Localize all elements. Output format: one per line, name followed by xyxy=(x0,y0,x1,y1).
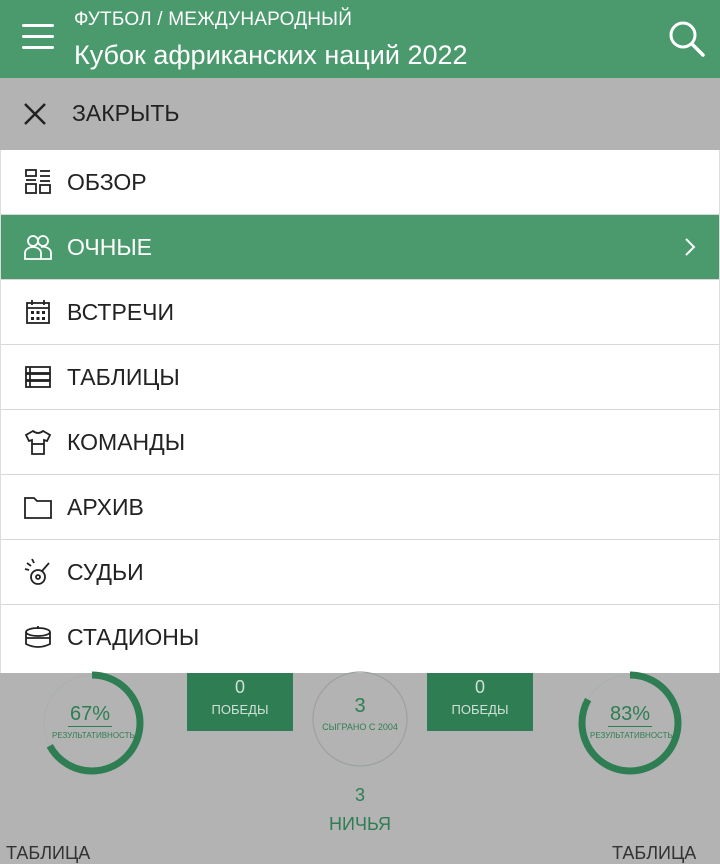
overview-icon xyxy=(23,167,53,197)
menu-item-teams[interactable]: КОМАНДЫ xyxy=(1,410,719,475)
tournament-menu: ОБЗОР ОЧНЫЕ ВСТРЕЧИ ТАБЛИЦЫ КОМАНДЫ АРХИ… xyxy=(0,150,720,673)
menu-item-referees[interactable]: СУДЬИ xyxy=(1,540,719,605)
left-wins-caption: ПОБЕДЫ xyxy=(211,702,269,717)
menu-item-stadiums[interactable]: СТАДИОНЫ xyxy=(1,605,719,670)
menu-item-tables[interactable]: ТАБЛИЦЫ xyxy=(1,345,719,410)
menu-item-label: ВСТРЕЧИ xyxy=(67,298,175,325)
menu-item-overview[interactable]: ОБЗОР xyxy=(1,150,719,215)
chevron-right-icon xyxy=(685,238,696,256)
right-percent: 83% xyxy=(607,703,653,727)
left-percent: 67% xyxy=(67,703,113,727)
close-icon[interactable] xyxy=(22,101,48,127)
matches-played-caption: СЫГРАНО С 2004 xyxy=(322,722,398,732)
right-caption: РЕЗУЛЬТАТИВНОСТЬ xyxy=(590,731,673,740)
right-wins-value: 0 xyxy=(474,677,485,697)
search-icon[interactable] xyxy=(668,20,706,58)
left-wins-value: 0 xyxy=(234,677,245,697)
menu-item-label: КОМАНДЫ xyxy=(67,428,186,455)
whistle-icon xyxy=(23,557,53,587)
draws-caption: НИЧЬЯ xyxy=(329,814,391,834)
folder-icon xyxy=(23,492,53,522)
left-caption: РЕЗУЛЬТАТИВНОСТЬ xyxy=(52,731,135,740)
tables-icon xyxy=(23,362,53,392)
head-to-head-icon xyxy=(23,232,53,262)
right-wins-box: 0 ПОБЕДЫ xyxy=(427,673,533,731)
menu-item-label: ОБЗОР xyxy=(67,168,147,195)
menu-item-matches[interactable]: ВСТРЕЧИ xyxy=(1,280,719,345)
head-to-head-summary: 67% РЕЗУЛЬТАТИВНОСТЬ 0 ПОБЕДЫ 3 СЫГРАНО … xyxy=(0,671,720,863)
close-button[interactable]: ЗАКРЫТЬ xyxy=(72,100,179,127)
menu-item-label: ТАБЛИЦЫ xyxy=(67,363,180,390)
left-wins-box: 0 ПОБЕДЫ xyxy=(187,673,293,731)
right-wins-caption: ПОБЕДЫ xyxy=(451,702,509,717)
matches-played-value: 3 xyxy=(354,695,366,717)
stadium-icon xyxy=(23,623,53,653)
menu-item-head-to-head[interactable]: ОЧНЫЕ xyxy=(1,215,719,280)
calendar-icon xyxy=(23,297,53,327)
page-title: Кубок африканских наций 2022 xyxy=(74,40,468,70)
menu-icon[interactable] xyxy=(22,22,56,52)
app-header: ФУТБОЛ / МЕЖДУНАРОДНЫЙ Кубок африканских… xyxy=(0,0,720,78)
menu-item-archive[interactable]: АРХИВ xyxy=(1,475,719,540)
menu-item-label: ОЧНЫЕ xyxy=(67,233,153,260)
jersey-icon xyxy=(23,427,53,457)
menu-item-label: СУДЬИ xyxy=(67,558,144,585)
menu-item-label: СТАДИОНЫ xyxy=(67,624,200,650)
draws-value: 3 xyxy=(354,785,365,805)
breadcrumb[interactable]: ФУТБОЛ / МЕЖДУНАРОДНЫЙ xyxy=(74,9,352,31)
menu-item-label: АРХИВ xyxy=(67,493,144,520)
